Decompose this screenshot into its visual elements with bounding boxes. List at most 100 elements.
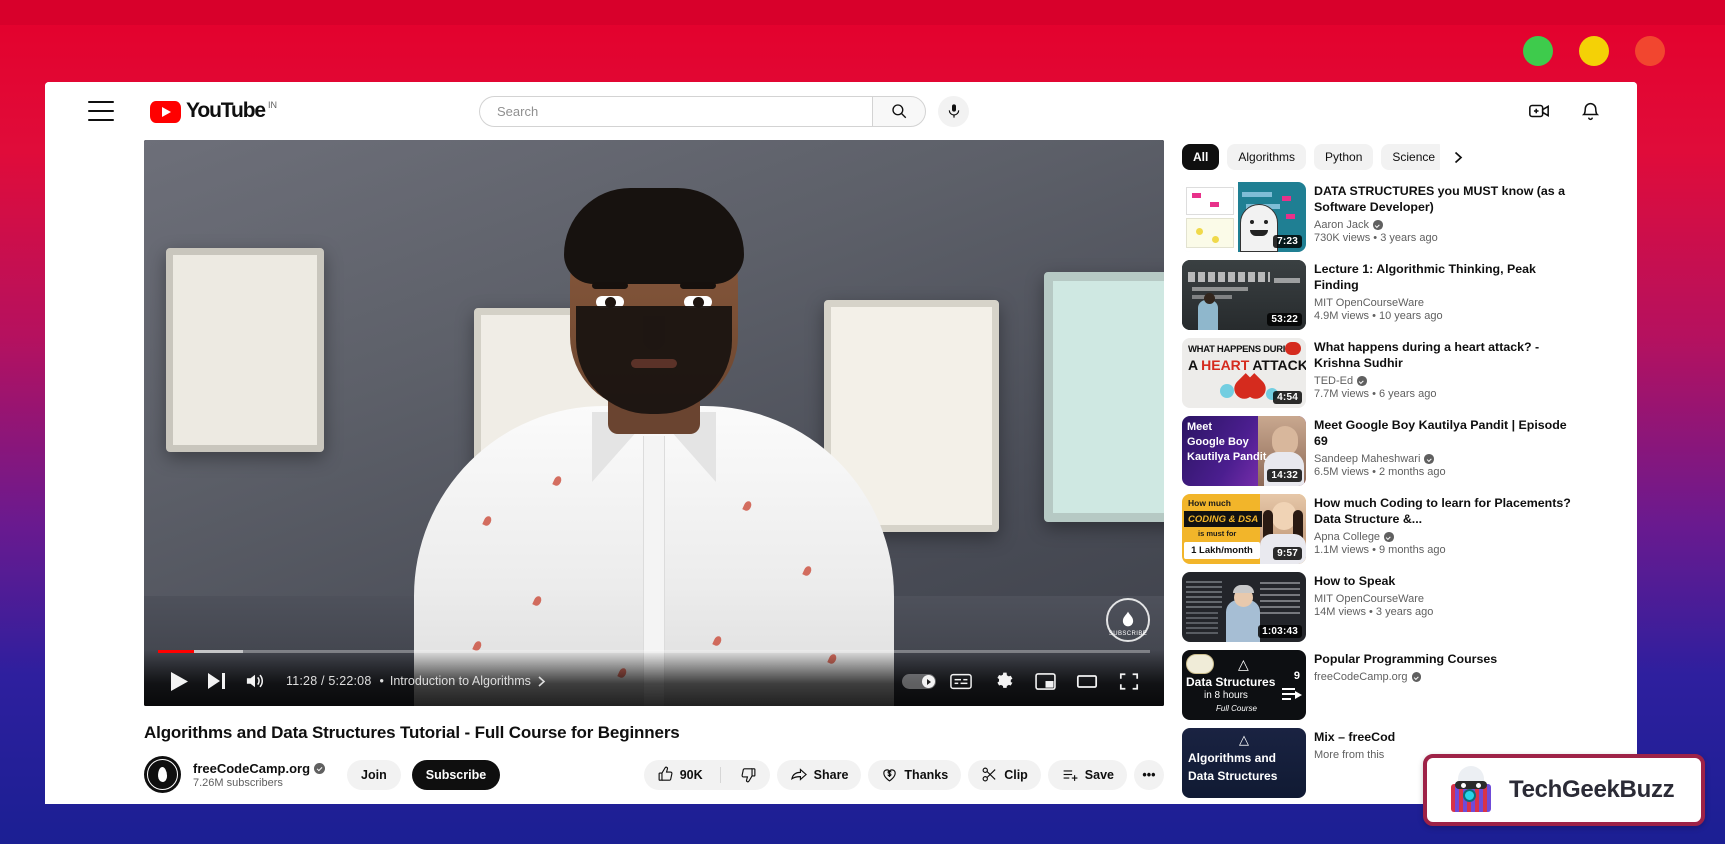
progress-bar[interactable]	[158, 650, 1150, 653]
video-thumbnail[interactable]: 7:23	[1182, 182, 1306, 252]
video-duration: 1:03:43	[1258, 625, 1302, 638]
save-playlist-icon	[1061, 766, 1079, 783]
voice-search-button[interactable]	[938, 96, 969, 127]
chip-algorithms[interactable]: Algorithms	[1227, 144, 1306, 170]
video-stats: 1.1M views • 9 months ago	[1314, 544, 1582, 556]
chip-science[interactable]: Science	[1381, 144, 1440, 170]
thanks-button[interactable]: Thanks	[868, 760, 961, 790]
video-title: Popular Programming Courses	[1314, 651, 1497, 667]
thumb-text-line3: is must for	[1198, 530, 1236, 538]
freecodecamp-flame-icon	[158, 767, 168, 782]
clip-button[interactable]: Clip	[968, 760, 1041, 790]
list-item[interactable]: △ Data Structures in 8 hours Full Course…	[1182, 650, 1582, 720]
video-meta: How much Coding to learn for Placements?…	[1314, 494, 1582, 564]
search-box[interactable]	[479, 96, 872, 127]
theater-mode-button[interactable]	[1068, 662, 1106, 700]
subscribe-button[interactable]: Subscribe	[412, 760, 500, 790]
video-thumbnail[interactable]: 1:03:43	[1182, 572, 1306, 642]
volume-button[interactable]	[236, 662, 274, 700]
video-stats: 4.9M views • 10 years ago	[1314, 310, 1582, 322]
thumb-text-line3: Kautilya Pandit	[1187, 452, 1266, 464]
youtube-masthead: YouTube IN	[45, 82, 1637, 140]
video-action-buttons: 90K	[644, 760, 1164, 790]
video-channel: Aaron Jack	[1314, 219, 1582, 231]
filter-chips-bar: All Algorithms Python Science Lis	[1182, 144, 1582, 170]
next-video-button[interactable]	[198, 662, 236, 700]
presenter-head	[570, 198, 738, 410]
window-maximize-dot[interactable]	[1579, 36, 1609, 66]
miniplayer-button[interactable]	[1026, 662, 1064, 700]
search-button[interactable]	[872, 96, 926, 127]
window-controls	[1523, 36, 1665, 66]
like-count: 90K	[680, 768, 703, 782]
youtube-play-icon	[150, 101, 181, 123]
subscriber-count: 7.26M subscribers	[193, 777, 325, 789]
video-thumbnail[interactable]: 53:22	[1182, 260, 1306, 330]
playlist-count: 9	[1294, 670, 1300, 682]
channel-avatar[interactable]	[144, 756, 181, 793]
chip-python[interactable]: Python	[1314, 144, 1373, 170]
list-item[interactable]: 1:03:43 How to Speak MIT OpenCourseWare …	[1182, 572, 1582, 642]
thumb-text-line2: in 8 hours	[1204, 691, 1248, 702]
fullscreen-button[interactable]	[1110, 662, 1148, 700]
hamburger-menu-icon[interactable]	[88, 101, 114, 121]
window-minimize-dot[interactable]	[1523, 36, 1553, 66]
verified-badge-icon	[314, 763, 325, 774]
chapter-indicator[interactable]: • Introduction to Algorithms	[379, 674, 545, 688]
video-player[interactable]: SUBSCRIBE	[144, 140, 1164, 706]
thumb-text-a: A	[1188, 357, 1198, 373]
video-title: What happens during a heart attack? - Kr…	[1314, 339, 1582, 371]
video-thumbnail[interactable]: WHAT HAPPENS DURING A HEART ATTACK?	[1182, 338, 1306, 408]
join-button[interactable]: Join	[347, 760, 401, 790]
youtube-logo[interactable]: YouTube IN	[150, 99, 277, 123]
list-item[interactable]: Meet Google Boy Kautilya Pandit 14:32 Me…	[1182, 416, 1582, 486]
list-item[interactable]: 7:23 DATA STRUCTURES you MUST know (as a…	[1182, 182, 1582, 252]
save-button[interactable]: Save	[1048, 760, 1127, 790]
video-channel: Apna College	[1314, 531, 1582, 543]
recommended-videos-list: 7:23 DATA STRUCTURES you MUST know (as a…	[1182, 182, 1582, 798]
settings-gear-button[interactable]	[984, 662, 1022, 700]
play-button[interactable]	[160, 662, 198, 700]
chevron-right-icon	[537, 676, 546, 687]
verified-badge-icon	[1384, 532, 1394, 542]
youtube-logo-text: YouTube	[186, 99, 265, 123]
dollar-heart-icon	[881, 766, 898, 783]
video-stats: 6.5M views • 2 months ago	[1314, 466, 1582, 478]
like-dislike-group: 90K	[644, 760, 770, 790]
thumb-text-line1: How much	[1188, 499, 1231, 508]
channel-watermark[interactable]: SUBSCRIBE	[1106, 598, 1150, 642]
list-item[interactable]: How much CODING & DSA is must for 1 Lakh…	[1182, 494, 1582, 564]
filter-chips-scroller[interactable]: All Algorithms Python Science Lis	[1182, 144, 1440, 170]
share-button[interactable]: Share	[777, 760, 862, 790]
video-thumbnail[interactable]: Meet Google Boy Kautilya Pandit 14:32	[1182, 416, 1306, 486]
video-thumbnail[interactable]: △ Data Structures in 8 hours Full Course…	[1182, 650, 1306, 720]
video-meta: Mix – freeCod More from this	[1314, 728, 1395, 798]
create-video-icon[interactable]	[1528, 100, 1550, 122]
chapter-title: Introduction to Algorithms	[390, 674, 531, 688]
video-duration: 14:32	[1267, 469, 1302, 482]
thumbs-down-icon	[740, 766, 757, 783]
window-close-dot[interactable]	[1635, 36, 1665, 66]
video-thumbnail[interactable]: How much CODING & DSA is must for 1 Lakh…	[1182, 494, 1306, 564]
video-thumbnail[interactable]: △ Algorithms and Data Structures	[1182, 728, 1306, 798]
channel-name-row[interactable]: freeCodeCamp.org	[193, 761, 325, 776]
list-item[interactable]: 53:22 Lecture 1: Algorithmic Thinking, P…	[1182, 260, 1582, 330]
chips-next-chevron-right-icon[interactable]	[1448, 144, 1468, 170]
like-button[interactable]: 90K	[644, 760, 714, 790]
video-duration: 9:57	[1273, 547, 1302, 560]
video-frame-image	[144, 140, 1164, 706]
search-area	[479, 96, 969, 127]
video-title: Meet Google Boy Kautilya Pandit | Episod…	[1314, 417, 1582, 449]
video-title: How much Coding to learn for Placements?…	[1314, 495, 1582, 527]
video-title: DATA STRUCTURES you MUST know (as a Soft…	[1314, 183, 1582, 215]
verified-badge-icon	[1373, 220, 1383, 230]
search-input[interactable]	[497, 104, 872, 119]
autoplay-toggle[interactable]	[900, 662, 938, 700]
list-item[interactable]: WHAT HAPPENS DURING A HEART ATTACK?	[1182, 338, 1582, 408]
subtitles-button[interactable]	[942, 662, 980, 700]
more-actions-button[interactable]: •••	[1134, 760, 1164, 790]
dislike-button[interactable]	[727, 760, 770, 790]
chip-all[interactable]: All	[1182, 144, 1219, 170]
bell-icon[interactable]	[1580, 101, 1601, 122]
owner-text-block: freeCodeCamp.org 7.26M subscribers	[193, 761, 325, 789]
